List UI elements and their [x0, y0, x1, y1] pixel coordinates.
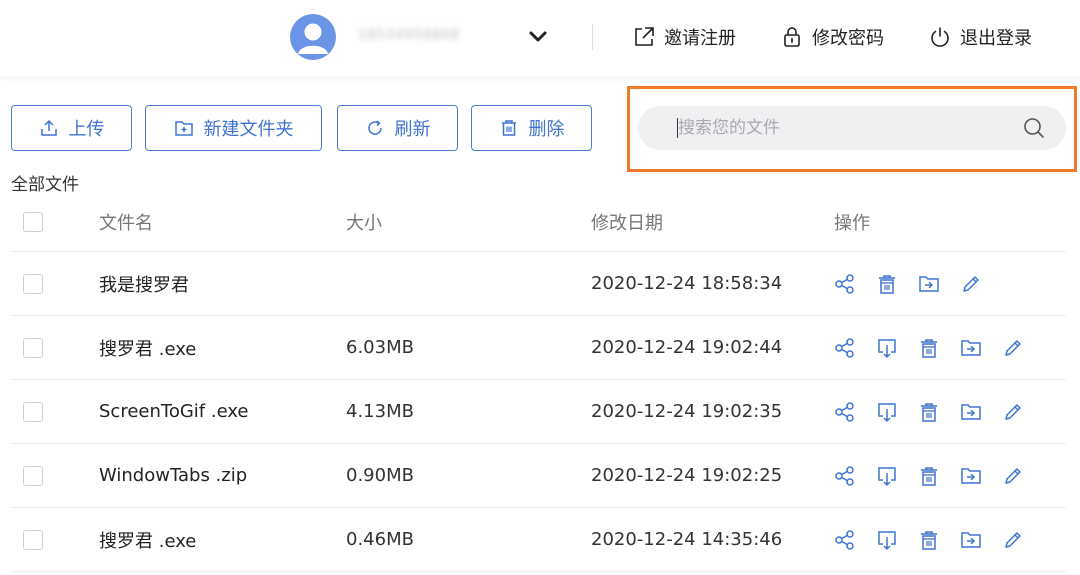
column-header-date[interactable]: 修改日期 [591, 192, 663, 251]
row-actions [834, 316, 1024, 379]
row-checkbox[interactable] [23, 465, 43, 486]
refresh-button[interactable]: 刷新 [337, 105, 458, 151]
row-actions [834, 252, 982, 315]
download-icon[interactable] [876, 337, 898, 359]
upload-icon [40, 119, 57, 136]
refresh-icon [367, 120, 382, 135]
file-size: 4.13MB [346, 401, 414, 422]
change-password-label: 修改密码 [812, 28, 884, 49]
lock-icon [784, 27, 800, 47]
move-to-folder-icon[interactable] [960, 465, 982, 487]
header-divider [592, 24, 593, 50]
table-header: 文件名 大小 修改日期 操作 [11, 192, 1066, 252]
select-all-checkbox[interactable] [23, 211, 43, 232]
row-checkbox[interactable] [23, 273, 43, 294]
new-folder-label: 新建文件夹 [203, 119, 294, 140]
file-name[interactable]: ScreenToGif .exe [99, 380, 249, 443]
trash-icon[interactable] [918, 401, 940, 423]
row-actions [834, 444, 1024, 507]
file-name[interactable]: 搜罗君 .exe [99, 508, 196, 571]
delete-button[interactable]: 删除 [471, 105, 592, 151]
chevron-down-icon[interactable] [528, 28, 548, 46]
power-icon [931, 27, 949, 47]
trash-icon[interactable] [918, 465, 940, 487]
avatar[interactable] [290, 14, 336, 60]
search-box[interactable] [638, 106, 1066, 150]
file-name[interactable]: WindowTabs .zip [99, 444, 247, 507]
share-icon[interactable] [834, 337, 856, 359]
column-header-size[interactable]: 大小 [346, 192, 382, 251]
download-icon[interactable] [876, 465, 898, 487]
share-icon[interactable] [834, 401, 856, 423]
logout-label: 退出登录 [960, 28, 1032, 49]
rename-pencil-icon[interactable] [1002, 529, 1024, 551]
file-name[interactable]: 我是搜罗君 [99, 252, 189, 315]
move-to-folder-icon[interactable] [960, 529, 982, 551]
search-input[interactable] [678, 106, 1008, 150]
file-size: 6.03MB [346, 337, 414, 358]
external-link-icon [635, 27, 654, 46]
download-icon[interactable] [876, 529, 898, 551]
refresh-label: 刷新 [394, 119, 431, 140]
column-header-ops: 操作 [834, 212, 870, 234]
row-checkbox[interactable] [23, 529, 43, 550]
share-icon[interactable] [834, 465, 856, 487]
rename-pencil-icon[interactable] [1002, 401, 1024, 423]
move-to-folder-icon[interactable] [960, 401, 982, 423]
table-row[interactable]: 搜罗君 .exe 6.03MB 2020-12-24 19:02:44 [11, 316, 1066, 380]
file-date: 2020-12-24 14:35:46 [591, 529, 783, 550]
move-to-folder-icon[interactable] [960, 337, 982, 359]
trash-icon [501, 120, 516, 136]
table-row[interactable]: 我是搜罗君 2020-12-24 18:58:34 [11, 252, 1066, 316]
table-row[interactable]: ScreenToGif .exe 4.13MB 2020-12-24 19:02… [11, 380, 1066, 444]
rename-pencil-icon[interactable] [1002, 465, 1024, 487]
download-icon[interactable] [876, 401, 898, 423]
share-icon[interactable] [834, 273, 856, 295]
user-avatar-icon [290, 14, 336, 60]
move-to-folder-icon[interactable] [918, 273, 940, 295]
row-actions [834, 508, 1024, 571]
username: 18534958868 [358, 28, 460, 43]
change-password-link[interactable]: 修改密码 [780, 22, 884, 52]
share-icon[interactable] [834, 529, 856, 551]
table-row[interactable]: WindowTabs .zip 0.90MB 2020-12-24 19:02:… [11, 444, 1066, 508]
table-row[interactable]: 搜罗君 .exe 0.46MB 2020-12-24 14:35:46 [11, 508, 1066, 572]
delete-label: 删除 [528, 119, 565, 140]
file-size: 0.46MB [346, 529, 414, 550]
column-header-name[interactable]: 文件名 [99, 192, 153, 251]
file-date: 2020-12-24 19:02:35 [591, 401, 783, 422]
search-icon[interactable] [1022, 116, 1046, 140]
add-folder-icon [174, 121, 193, 136]
top-bar: 18534958868 邀请注册 修改密码 退出登录 [0, 0, 1080, 76]
invite-register-label: 邀请注册 [664, 28, 736, 49]
row-actions [834, 380, 1024, 443]
upload-label: 上传 [68, 119, 105, 140]
rename-pencil-icon[interactable] [960, 273, 982, 295]
file-date: 2020-12-24 19:02:25 [591, 465, 783, 486]
file-date: 2020-12-24 18:58:34 [591, 273, 783, 294]
row-checkbox[interactable] [23, 401, 43, 422]
new-folder-button[interactable]: 新建文件夹 [145, 105, 322, 151]
rename-pencil-icon[interactable] [1002, 337, 1024, 359]
trash-icon[interactable] [918, 529, 940, 551]
trash-icon[interactable] [918, 337, 940, 359]
trash-icon[interactable] [876, 273, 898, 295]
text-cursor [677, 118, 678, 138]
file-size: 0.90MB [346, 465, 414, 486]
file-table: 文件名 大小 修改日期 操作 我是搜罗君 2020-12-24 18:58:34… [11, 192, 1066, 572]
row-checkbox[interactable] [23, 337, 43, 358]
file-name[interactable]: 搜罗君 .exe [99, 316, 196, 379]
invite-register-link[interactable]: 邀请注册 [632, 22, 736, 52]
logout-link[interactable]: 退出登录 [928, 22, 1032, 52]
upload-button[interactable]: 上传 [11, 105, 132, 151]
file-date: 2020-12-24 19:02:44 [591, 337, 783, 358]
